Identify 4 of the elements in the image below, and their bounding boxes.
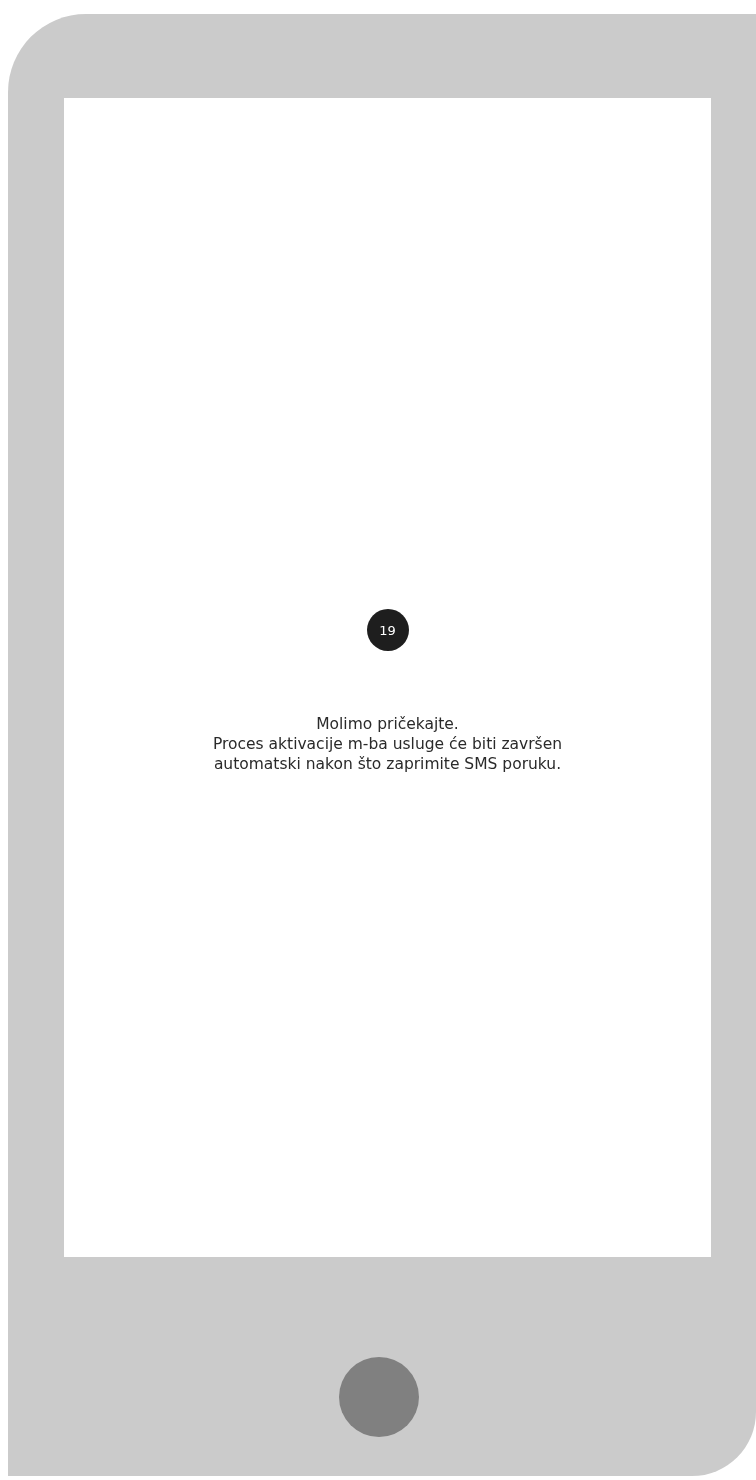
message-title: Molimo pričekajte. — [316, 714, 459, 734]
message-line: automatski nakon što zaprimite SMS poruku. — [213, 754, 562, 774]
message-line: Proces aktivacije m-ba usluge će biti završen — [212, 734, 563, 754]
countdown-badge: 19 — [366, 609, 409, 651]
